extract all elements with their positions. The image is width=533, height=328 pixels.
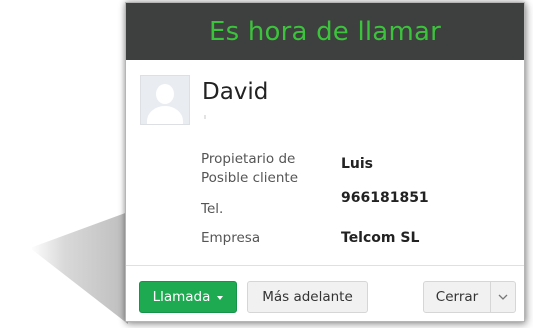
phone-value[interactable]: 966181851	[341, 190, 429, 206]
user-placeholder-icon	[140, 75, 190, 125]
owner-label: Propietario de Posible cliente	[201, 151, 299, 186]
call-button-label: Llamada	[152, 289, 211, 305]
screen: Es hora de llamar David Propietario de P…	[0, 0, 533, 328]
contact-name[interactable]: David	[202, 79, 268, 125]
call-button[interactable]: Llamada	[139, 281, 237, 313]
later-button-label: Más adelante	[262, 289, 353, 305]
chevron-down-icon	[498, 294, 508, 300]
phone-label: Tel.	[201, 201, 224, 217]
company-label: Empresa	[201, 230, 261, 246]
close-options-button[interactable]	[491, 282, 515, 312]
close-button-group: Cerrar	[423, 281, 516, 313]
divider-mark	[204, 115, 206, 119]
company-value: Telcom SL	[341, 230, 420, 246]
dialog-header: Es hora de llamar	[126, 3, 524, 60]
caret-down-icon	[217, 296, 224, 300]
owner-value: Luis	[341, 156, 374, 172]
close-button[interactable]: Cerrar	[424, 282, 491, 312]
dialog-title: Es hora de llamar	[208, 16, 441, 47]
later-button[interactable]: Más adelante	[247, 281, 368, 313]
call-reminder-dialog: Es hora de llamar David Propietario de P…	[125, 2, 525, 322]
footer-divider	[126, 265, 524, 266]
